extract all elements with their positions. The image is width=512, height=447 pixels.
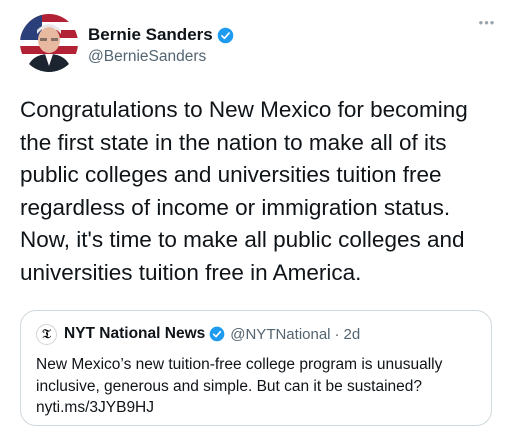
quoted-tweet-text: New Mexico’s new tuition-free college pr… — [36, 356, 443, 416]
author-names: Bernie Sanders @BernieSanders — [88, 25, 234, 66]
nyt-logo-icon[interactable]: 𝔗 — [36, 323, 57, 345]
quoted-display-name[interactable]: NYT National News — [64, 325, 205, 343]
verified-badge-icon — [209, 326, 225, 342]
quoted-timestamp[interactable]: 2d — [344, 326, 361, 343]
author-handle[interactable]: @BernieSanders — [88, 48, 234, 66]
separator-dot: · — [334, 325, 340, 343]
tweet-header: Bernie Sanders @BernieSanders ••• — [20, 14, 498, 80]
more-options-icon[interactable]: ••• — [476, 16, 498, 30]
quoted-tweet[interactable]: 𝔗 NYT National News @NYTNational · 2d Ne… — [20, 310, 492, 426]
tweet-text: Congratulations to New Mexico for becomi… — [20, 97, 468, 285]
quoted-tweet-header: 𝔗 NYT National News @NYTNational · 2d — [36, 323, 360, 345]
quoted-handle[interactable]: @NYTNational — [230, 326, 330, 343]
display-name[interactable]: Bernie Sanders — [88, 25, 213, 45]
display-name-row[interactable]: Bernie Sanders — [88, 25, 234, 45]
bernie-sanders-photo — [20, 14, 78, 72]
avatar[interactable] — [20, 14, 78, 72]
verified-badge-icon — [217, 27, 234, 43]
